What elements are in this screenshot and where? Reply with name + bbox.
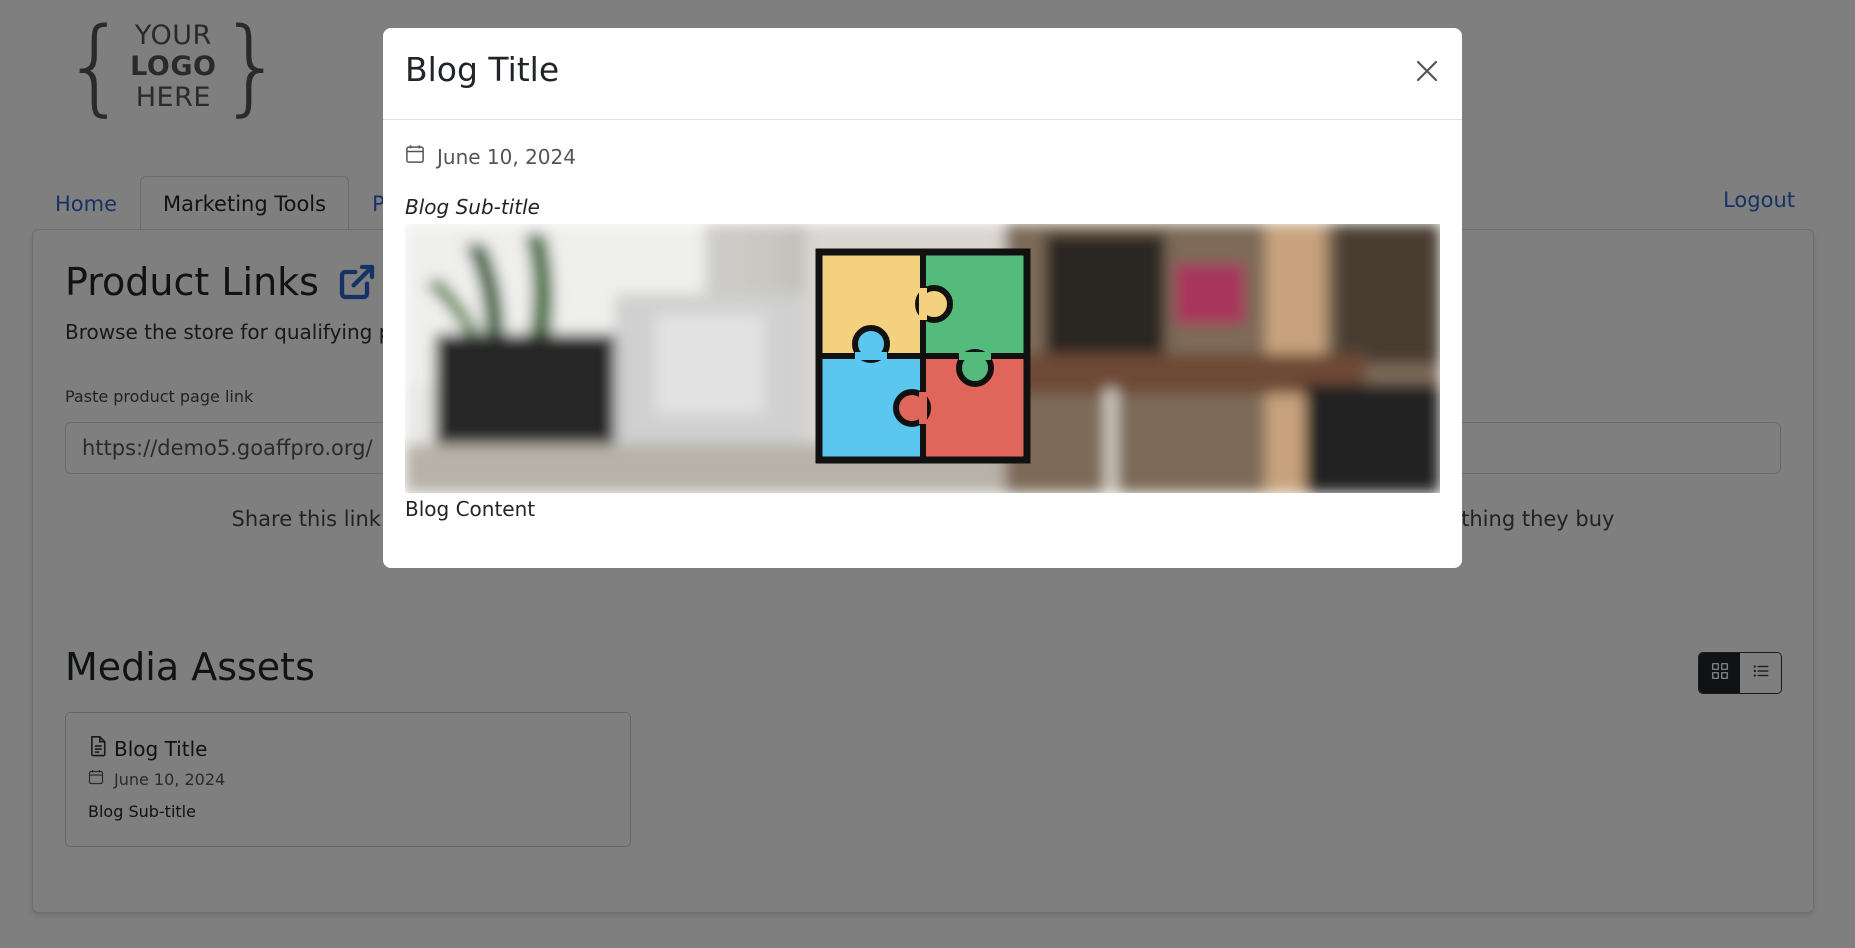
close-button[interactable] xyxy=(1412,58,1442,88)
blog-featured-image xyxy=(405,224,1440,493)
modal-subtitle: Blog Sub-title xyxy=(405,195,540,219)
modal-title: Blog Title xyxy=(405,50,560,89)
blog-modal: Blog Title June 10, 2024 Blog Sub-title xyxy=(383,28,1462,568)
puzzle-icon xyxy=(815,248,1031,464)
close-icon xyxy=(1415,59,1439,87)
modal-date-row: June 10, 2024 xyxy=(405,144,576,169)
modal-content: Blog Content xyxy=(405,497,536,521)
calendar-icon xyxy=(405,144,425,169)
modal-header: Blog Title xyxy=(383,28,1462,120)
modal-date: June 10, 2024 xyxy=(437,144,576,169)
